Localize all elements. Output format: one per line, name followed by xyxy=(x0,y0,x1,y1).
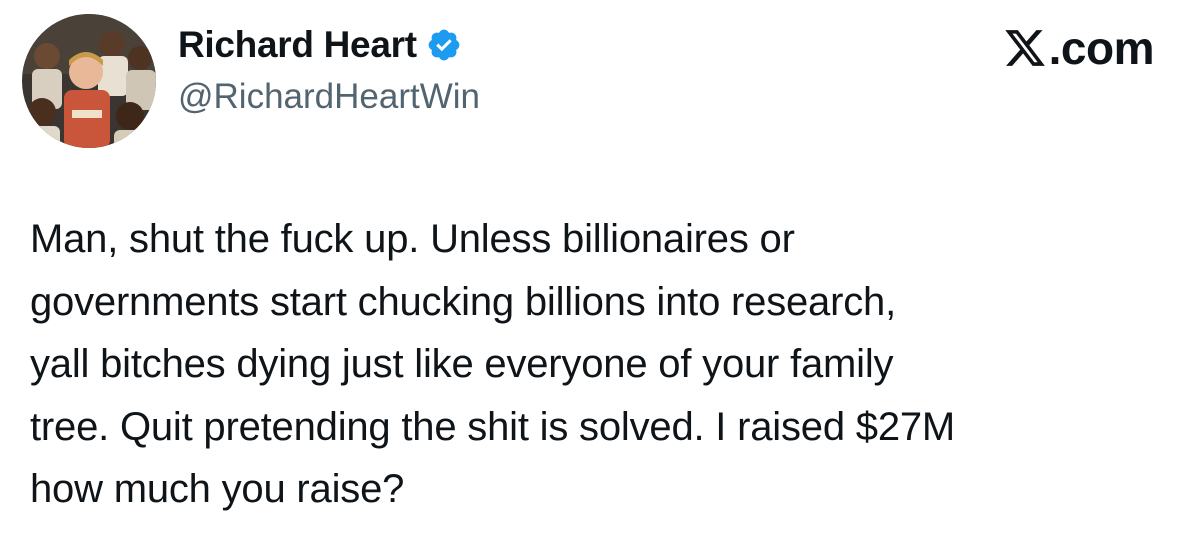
author-handle[interactable]: @RichardHeartWin xyxy=(178,77,480,117)
tweet-line: how much you raise? xyxy=(30,467,405,511)
verified-badge-icon xyxy=(426,27,462,63)
tweet-line: yall bitches dying just like everyone of… xyxy=(30,342,894,386)
tweet-text: Man, shut the fuck up. Unless billionair… xyxy=(30,208,1180,521)
x-logo-icon xyxy=(1003,26,1047,70)
tweet-line: governments start chucking billions into… xyxy=(30,279,896,324)
author-name-row: Richard Heart xyxy=(178,22,462,68)
author-avatar[interactable] xyxy=(22,14,156,148)
author-display-name[interactable]: Richard Heart xyxy=(178,24,417,66)
avatar-photo xyxy=(22,14,156,148)
tweet-line: tree. Quit pretending the shit is solved… xyxy=(30,404,956,449)
x-com-brand: .com xyxy=(1003,22,1155,74)
brand-domain: .com xyxy=(1048,22,1155,74)
tweet-line: Man, shut the fuck up. Unless billionair… xyxy=(30,217,795,261)
